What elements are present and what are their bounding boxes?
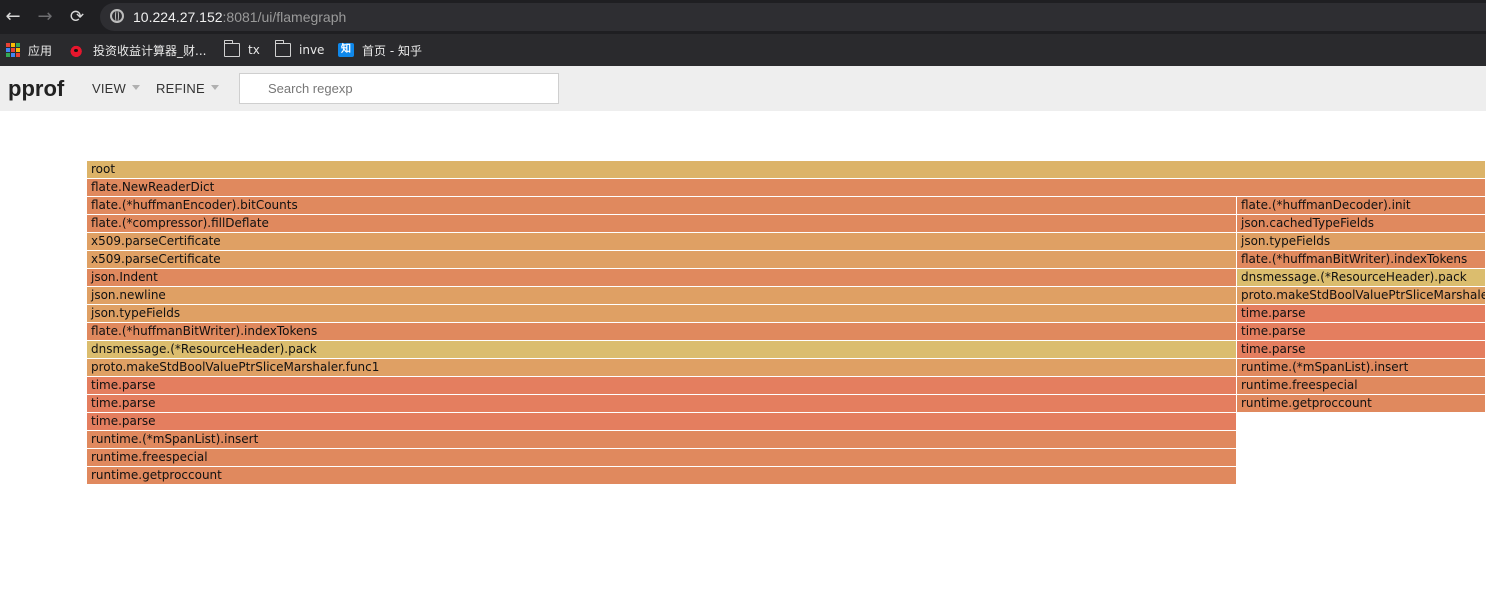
flame-frame[interactable]: runtime.(*mSpanList).insert — [1237, 359, 1486, 376]
flame-frame[interactable]: dnsmessage.(*ResourceHeader).pack — [87, 341, 1237, 358]
browser-address-bar: ← → ⟳ 10.224.27.152:8081/ui/flamegraph — [0, 0, 1486, 34]
weibo-icon — [69, 43, 85, 57]
flame-frame[interactable]: json.typeFields — [1237, 233, 1486, 250]
flame-frame[interactable]: x509.parseCertificate — [87, 233, 1237, 250]
arrow-right-icon[interactable]: → — [34, 6, 56, 28]
pprof-header: pprof VIEW REFINE — [0, 66, 1486, 111]
flame-frame[interactable]: json.typeFields — [87, 305, 1237, 322]
flame-frame[interactable]: runtime.freespecial — [87, 449, 1237, 466]
bookmark-apps[interactable]: 应用 — [6, 41, 52, 59]
caret-down-icon — [132, 85, 141, 91]
globe-icon — [110, 9, 124, 23]
bookmarks-bar: 应用 投资收益计算器_财... tx inve 知 首页 - 知乎 — [0, 34, 1486, 66]
url-text: 10.224.27.152:8081/ui/flamegraph — [133, 9, 347, 25]
flame-frame[interactable]: flate.NewReaderDict — [87, 179, 1486, 196]
flame-frame[interactable]: proto.makeStdBoolValuePtrSliceMarshaler.… — [87, 359, 1237, 376]
page-title: pprof — [8, 76, 65, 101]
flame-frame[interactable]: runtime.getproccount — [87, 467, 1237, 484]
folder-icon — [224, 40, 240, 57]
flame-frame[interactable]: time.parse — [1237, 341, 1486, 358]
flame-frame[interactable]: flate.(*compressor).fillDeflate — [87, 215, 1237, 232]
flame-frame[interactable]: runtime.freespecial — [1237, 377, 1486, 394]
flame-frame[interactable]: json.Indent — [87, 269, 1237, 286]
refine-menu[interactable]: REFINE — [156, 81, 219, 96]
bookmark-folder-inve[interactable]: inve — [275, 40, 324, 59]
flame-frame[interactable]: time.parse — [1237, 305, 1486, 322]
view-menu[interactable]: VIEW — [92, 81, 141, 96]
flame-frame[interactable]: flate.(*huffmanBitWriter).indexTokens — [87, 323, 1237, 340]
flame-frame[interactable]: runtime.getproccount — [1237, 395, 1486, 412]
bookmark-investment-calculator[interactable]: 投资收益计算器_财... — [69, 41, 206, 59]
reload-icon[interactable]: ⟳ — [66, 6, 88, 28]
flame-frame[interactable]: flate.(*huffmanBitWriter).indexTokens — [1237, 251, 1486, 268]
flame-frame[interactable]: time.parse — [1237, 323, 1486, 340]
zhihu-icon: 知 — [338, 43, 354, 57]
flame-frame[interactable]: flate.(*huffmanEncoder).bitCounts — [87, 197, 1237, 214]
flame-frame[interactable]: json.cachedTypeFields — [1237, 215, 1486, 232]
bookmark-zhihu[interactable]: 知 首页 - 知乎 — [338, 41, 422, 59]
url-omnibox[interactable]: 10.224.27.152:8081/ui/flamegraph — [100, 3, 1486, 31]
flamegraph: root flate.NewReaderDict flate.(*huffmanEn… — [87, 161, 1486, 491]
flame-frame[interactable]: flate.(*huffmanDecoder).init — [1237, 197, 1486, 214]
flame-frame[interactable]: time.parse — [87, 413, 1237, 430]
apps-icon — [6, 43, 20, 57]
flame-frame[interactable]: x509.parseCertificate — [87, 251, 1237, 268]
flame-frame[interactable]: root — [87, 161, 1486, 178]
caret-down-icon — [210, 85, 219, 91]
folder-icon — [275, 40, 291, 57]
flame-frame[interactable]: runtime.(*mSpanList).insert — [87, 431, 1237, 448]
flame-frame[interactable]: proto.makeStdBoolValuePtrSliceMarshaler.… — [1237, 287, 1486, 304]
bookmark-folder-tx[interactable]: tx — [224, 40, 260, 59]
flame-frame[interactable]: dnsmessage.(*ResourceHeader).pack — [1237, 269, 1486, 286]
arrow-left-icon[interactable]: ← — [2, 6, 24, 28]
flame-frame[interactable]: time.parse — [87, 395, 1237, 412]
search-input[interactable] — [239, 73, 559, 104]
flame-frame[interactable]: time.parse — [87, 377, 1237, 394]
flame-frame[interactable]: json.newline — [87, 287, 1237, 304]
